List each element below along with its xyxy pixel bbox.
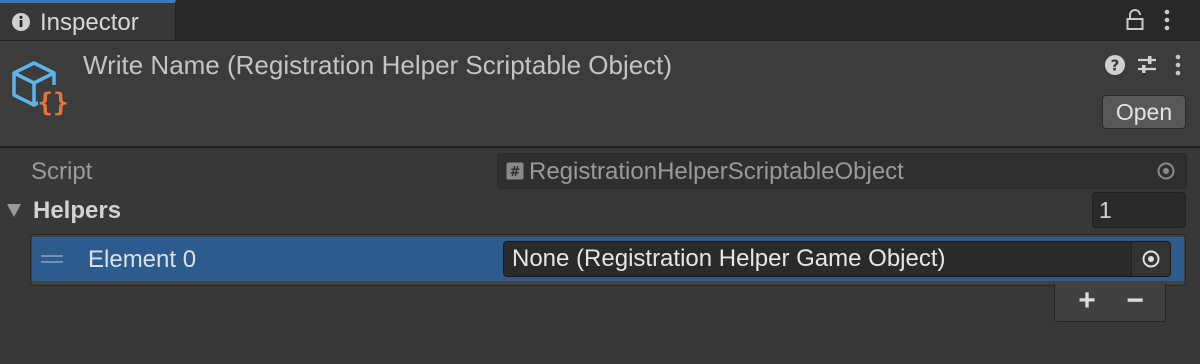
object-picker-icon[interactable] bbox=[1141, 249, 1161, 269]
object-picker-button[interactable] bbox=[1131, 242, 1170, 276]
svg-text:{}: {} bbox=[37, 88, 68, 118]
svg-text:?: ? bbox=[1111, 57, 1120, 75]
list-item[interactable]: Element 0 None (Registration Helper Game… bbox=[32, 237, 1184, 281]
object-field[interactable]: None (Registration Helper Game Object) bbox=[503, 241, 1171, 277]
preset-icon[interactable] bbox=[1136, 54, 1158, 76]
script-field: # RegistrationHelperScriptableObject bbox=[497, 153, 1187, 189]
list-footer: + − bbox=[1054, 284, 1166, 322]
array-size-field[interactable]: 1 bbox=[1092, 192, 1186, 228]
tab-label: Inspector bbox=[40, 9, 139, 36]
inspector-header: {} Write Name (Registration Helper Scrip… bbox=[0, 41, 1200, 148]
kebab-menu-icon[interactable] bbox=[1160, 8, 1174, 32]
remove-element-button[interactable]: − bbox=[1117, 286, 1153, 317]
scriptable-object-icon: {} bbox=[12, 61, 69, 118]
foldout-arrow-icon[interactable] bbox=[6, 202, 22, 218]
svg-text:#: # bbox=[510, 165, 521, 180]
help-icon[interactable]: ? bbox=[1104, 54, 1126, 76]
tab-inspector[interactable]: Inspector bbox=[0, 0, 176, 40]
drag-handle-icon[interactable] bbox=[41, 253, 63, 265]
helpers-label[interactable]: Helpers bbox=[33, 197, 121, 225]
element-label: Element 0 bbox=[88, 246, 197, 273]
header-title: Write Name (Registration Helper Scriptab… bbox=[83, 50, 673, 80]
script-file-icon: # bbox=[506, 162, 524, 180]
lock-icon[interactable] bbox=[1126, 9, 1144, 31]
add-element-button[interactable]: + bbox=[1069, 286, 1105, 317]
script-value: RegistrationHelperScriptableObject bbox=[529, 158, 904, 185]
object-field-value: None (Registration Helper Game Object) bbox=[512, 245, 946, 272]
tab-bar: Inspector bbox=[0, 0, 1200, 41]
script-label: Script bbox=[31, 158, 93, 185]
helpers-list: Element 0 None (Registration Helper Game… bbox=[30, 234, 1186, 286]
info-icon bbox=[12, 13, 30, 31]
object-picker-icon[interactable] bbox=[1156, 161, 1176, 181]
open-button[interactable]: Open bbox=[1102, 95, 1186, 129]
kebab-menu-icon[interactable] bbox=[1171, 53, 1185, 77]
